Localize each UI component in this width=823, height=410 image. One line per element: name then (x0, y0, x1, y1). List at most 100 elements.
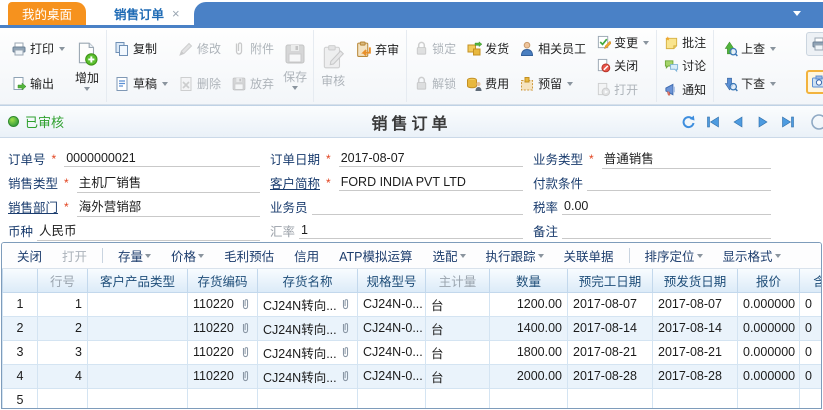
tab-sales-order[interactable]: 销售订单 × (100, 2, 194, 25)
tab-my-desktop[interactable]: 我的桌面 (8, 2, 86, 25)
grid-toolbar-close-button[interactable]: 关闭 (8, 244, 51, 267)
change-caret-icon[interactable] (643, 41, 649, 45)
cell-quote[interactable]: 0.000000 (738, 316, 800, 340)
draft-button[interactable]: 草稿 (111, 73, 171, 94)
cell-tax_price[interactable]: 0 (800, 364, 823, 388)
close-order-button[interactable]: 关闭 (593, 55, 652, 76)
cell-quantity[interactable]: 1800.00 (490, 340, 568, 364)
cell-spec_model[interactable]: CJ24N-0... (358, 316, 426, 340)
nav-previous-icon[interactable] (730, 114, 746, 130)
output-button[interactable]: 输出 (8, 73, 68, 94)
grid-toolbar-sort-locate-caret-icon[interactable] (697, 254, 703, 258)
related-staff-button[interactable]: 相关员工 (516, 38, 589, 59)
notify-button[interactable]: 通知 (661, 79, 709, 100)
grid-toolbar-atp-simulation-button[interactable]: ATP模拟运算 (330, 244, 421, 267)
refresh-icon[interactable] (680, 114, 696, 130)
cell-inventory_name[interactable]: CJ24N转向... (258, 364, 358, 388)
copy-button[interactable]: 复制 (111, 38, 171, 59)
cell-unit[interactable]: 台 (426, 292, 490, 316)
print-preview-button[interactable] (806, 32, 823, 56)
cell-spec_model[interactable] (358, 388, 426, 409)
cell-spec_model[interactable]: CJ24N-0... (358, 340, 426, 364)
cell-line_no[interactable]: 3 (38, 340, 88, 364)
field-customer-label[interactable]: 客户简称 (270, 173, 320, 192)
cell-row_index[interactable]: 4 (3, 364, 38, 388)
search-up-caret-icon[interactable] (770, 47, 776, 51)
print-button[interactable]: 打印 (8, 38, 68, 59)
search-down-button[interactable]: 下查 (718, 73, 779, 94)
grid-toolbar-option-config-button[interactable]: 选配 (423, 244, 474, 267)
cell-row_index[interactable]: 1 (3, 292, 38, 316)
reserve-button[interactable]: 预留 (516, 73, 589, 94)
print-caret-icon[interactable] (59, 47, 65, 51)
cell-customer_product_type[interactable] (88, 340, 188, 364)
field-payment-terms-value[interactable] (587, 175, 771, 191)
field-sales-dept-value[interactable]: 海外营销部 (77, 196, 260, 217)
column-header-customer_product_type[interactable]: 客户产品类型 (88, 269, 188, 292)
column-header-inventory_name[interactable]: 存货名称 (258, 269, 358, 292)
cell-expected_finish_date[interactable]: 2017-08-07 (568, 292, 653, 316)
cell-row_index[interactable]: 2 (3, 316, 38, 340)
cell-customer_product_type[interactable] (88, 388, 188, 409)
field-business-type-value[interactable]: 普通销售 (602, 148, 771, 169)
cell-quote[interactable]: 0.000000 (738, 364, 800, 388)
nav-first-icon[interactable] (705, 114, 721, 130)
locate-icon[interactable] (805, 113, 823, 131)
ship-button[interactable]: 发货 (463, 38, 512, 59)
cell-expected_ship_date[interactable]: 2017-08-07 (653, 292, 738, 316)
cell-expected_ship_date[interactable]: 2017-08-28 (653, 364, 738, 388)
field-currency-value[interactable]: 人民币 (37, 220, 260, 241)
field-order-date-value[interactable]: 2017-08-07 (339, 151, 523, 167)
field-sales-type-value[interactable]: 主机厂销售 (77, 172, 260, 193)
cell-quantity[interactable] (490, 388, 568, 409)
cell-inventory_code[interactable]: 110220 (188, 364, 258, 388)
unaudit-button[interactable]: 弃审 (352, 39, 402, 60)
grid-toolbar-option-config-caret-icon[interactable] (460, 254, 466, 258)
cell-inventory_code[interactable]: 110220 (188, 316, 258, 340)
cell-unit[interactable]: 台 (426, 364, 490, 388)
column-header-unit[interactable]: 主计量 (426, 269, 490, 292)
cell-tax_price[interactable]: 0 (800, 340, 823, 364)
grid-toolbar-execution-tracking-button[interactable]: 执行跟踪 (477, 244, 553, 267)
field-salesman-value[interactable] (312, 199, 523, 215)
change-button[interactable]: 变更 (593, 32, 652, 53)
cell-spec_model[interactable]: CJ24N-0... (358, 292, 426, 316)
cell-quantity[interactable]: 1400.00 (490, 316, 568, 340)
cell-inventory_name[interactable] (258, 388, 358, 409)
cell-expected_finish_date[interactable]: 2017-08-28 (568, 364, 653, 388)
cell-line_no[interactable]: 4 (38, 364, 88, 388)
grid-toolbar-stock-button[interactable]: 存量 (109, 244, 160, 267)
draft-caret-icon[interactable] (162, 82, 168, 86)
grid-toolbar-sort-locate-button[interactable]: 排序定位 (636, 244, 712, 267)
cell-unit[interactable]: 台 (426, 340, 490, 364)
snapshot-button[interactable] (806, 70, 823, 94)
cell-tax_price[interactable] (800, 388, 823, 409)
annotate-button[interactable]: 批注 (661, 32, 709, 53)
cell-expected_ship_date[interactable]: 2017-08-14 (653, 316, 738, 340)
cell-row_index[interactable]: 3 (3, 340, 38, 364)
column-header-row_index[interactable] (3, 269, 38, 292)
cell-inventory_code[interactable]: 110220 (188, 340, 258, 364)
field-customer-value[interactable]: FORD INDIA PVT LTD (339, 175, 523, 191)
grid-toolbar-stock-caret-icon[interactable] (145, 254, 151, 258)
cell-expected_finish_date[interactable]: 2017-08-14 (568, 316, 653, 340)
cell-quote[interactable] (738, 388, 800, 409)
discuss-button[interactable]: 讨论 (661, 55, 709, 76)
column-header-inventory_code[interactable]: 存货编码 (188, 269, 258, 292)
grid-toolbar-related-documents-button[interactable]: 关联单据 (555, 244, 623, 267)
cell-inventory_code[interactable] (188, 388, 258, 409)
search-up-button[interactable]: 上查 (718, 38, 779, 59)
cell-inventory_name[interactable]: CJ24N转向... (258, 316, 358, 340)
cell-unit[interactable]: 台 (426, 316, 490, 340)
cell-inventory_name[interactable]: CJ24N转向... (258, 292, 358, 316)
cell-expected_finish_date[interactable] (568, 388, 653, 409)
nav-last-icon[interactable] (780, 114, 796, 130)
expense-button[interactable]: 费用 (463, 73, 512, 94)
cell-quote[interactable]: 0.000000 (738, 292, 800, 316)
column-header-quantity[interactable]: 数量 (490, 269, 568, 292)
cell-unit[interactable] (426, 388, 490, 409)
cell-spec_model[interactable]: CJ24N-0... (358, 364, 426, 388)
field-order-no-value[interactable]: 0000000021 (64, 151, 260, 167)
cell-quote[interactable]: 0.000000 (738, 340, 800, 364)
field-tax-rate-value[interactable]: 0.00 (562, 199, 771, 215)
